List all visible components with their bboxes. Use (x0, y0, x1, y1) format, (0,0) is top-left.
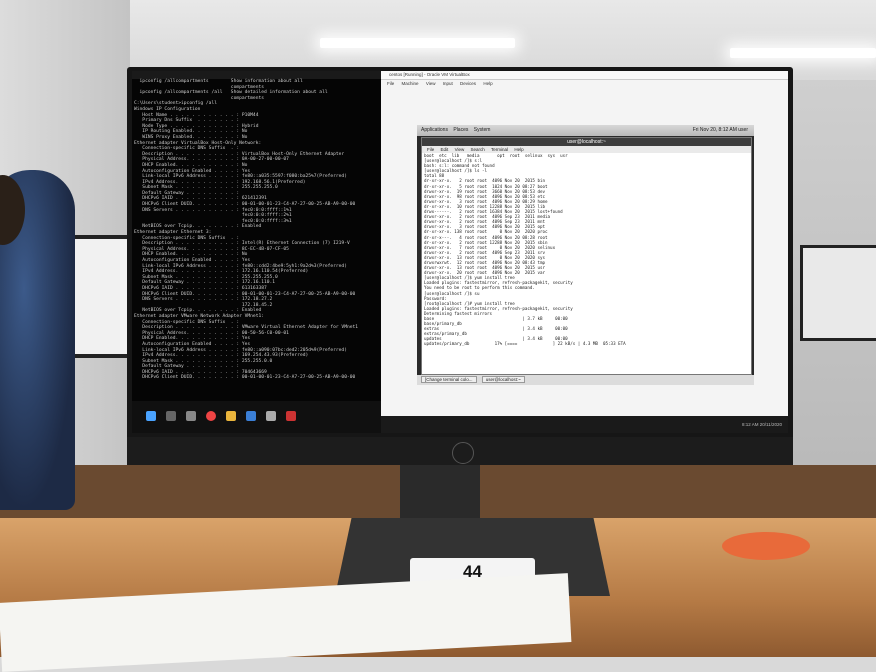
virtualbox-titlebar: centos [Running] - Oracle VM VirtualBox (381, 71, 788, 80)
tray-date: 20/11/2020 (759, 422, 782, 427)
tray-time: 8:12 AM (742, 422, 759, 427)
cmd-icon[interactable] (266, 411, 276, 421)
menu-system[interactable]: System (474, 127, 491, 133)
terminal-window[interactable]: user@localhost:~ File Edit View Search T… (421, 137, 752, 375)
gnome-bottom-panel: [Change terminal colo... user@localhost:… (417, 375, 754, 385)
folder-icon[interactable] (226, 411, 236, 421)
background-monitor-right (800, 245, 876, 341)
terminal-output: boot etc lib media opt root selinux sys … (422, 153, 751, 347)
terminal-line: updates/primary_db 17% [==== ] 22 kB/s |… (424, 341, 626, 347)
gnome-top-panel: Applications Places System Fri Nov 20, 8… (417, 125, 754, 136)
ceiling-light-right (730, 48, 876, 58)
virtualbox-icon[interactable] (246, 411, 256, 421)
cmd-output: ipconfig /allcompartments Show informati… (132, 79, 381, 381)
windows-taskbar (132, 401, 381, 433)
dell-logo (452, 442, 474, 464)
vbox-menu-machine[interactable]: Machine (402, 81, 419, 86)
menu-applications[interactable]: Applications (421, 127, 448, 133)
app-icon[interactable] (286, 411, 296, 421)
taskbar-item-colors[interactable]: [Change terminal colo... (421, 376, 477, 383)
vbox-menu-input[interactable]: Input (443, 81, 453, 86)
ceiling-light-left (320, 38, 515, 48)
taskbar-item-terminal[interactable]: user@localhost:~ (481, 376, 525, 383)
clock-text: Fri Nov 20, 8:12 AM (692, 127, 737, 133)
term-menu-help[interactable]: Help (514, 147, 523, 152)
term-menu-view[interactable]: View (455, 147, 465, 152)
cmd-window[interactable]: ipconfig /allcompartments Show informati… (132, 71, 381, 401)
cmd-titlebar[interactable] (132, 71, 381, 79)
gnome-clock: Fri Nov 20, 8:12 AM user (693, 125, 748, 136)
terminal-menubar: File Edit View Search Terminal Help (422, 146, 751, 153)
virtualbox-menubar: File Machine View Input Devices Help (381, 80, 788, 88)
user-name[interactable]: user (738, 127, 748, 133)
vbox-menu-help[interactable]: Help (483, 81, 492, 86)
term-menu-search[interactable]: Search (471, 147, 485, 152)
cmd-line: Link-local IPv6 Address . . . . . : fe80… (134, 174, 347, 180)
guest-display[interactable]: Applications Places System Fri Nov 20, 8… (417, 125, 754, 385)
menu-places[interactable]: Places (453, 127, 468, 133)
orange-cable-grommet (722, 532, 810, 560)
cmd-line: DHCPv6 Client DUID. . . . . . . . : 00-0… (134, 375, 356, 381)
chrome-icon[interactable] (206, 411, 216, 421)
cmd-line: Description . . . . . . . . . . . : VMwa… (134, 325, 359, 331)
vbox-menu-devices[interactable]: Devices (460, 81, 476, 86)
windows-start-icon[interactable] (146, 411, 156, 421)
vbox-menu-view[interactable]: View (426, 81, 436, 86)
cmd-line: Description . . . . . . . . . . . : Inte… (134, 241, 350, 247)
monitor-screen: ipconfig /allcompartments Show informati… (132, 71, 788, 433)
search-icon[interactable] (166, 411, 176, 421)
vbox-menu-file[interactable]: File (387, 81, 394, 86)
cmd-line: DHCPv6 Client DUID. . . . . . . . : 00-0… (134, 202, 356, 208)
terminal-title[interactable]: user@localhost:~ (422, 138, 751, 146)
term-menu-terminal[interactable]: Terminal (491, 147, 508, 152)
term-menu-file[interactable]: File (427, 147, 434, 152)
term-menu-edit[interactable]: Edit (441, 147, 449, 152)
windows-system-tray: 8:12 AM 20/11/2020 (381, 416, 788, 433)
task-view-icon[interactable] (186, 411, 196, 421)
virtualbox-window[interactable]: centos [Running] - Oracle VM VirtualBox … (381, 71, 788, 433)
